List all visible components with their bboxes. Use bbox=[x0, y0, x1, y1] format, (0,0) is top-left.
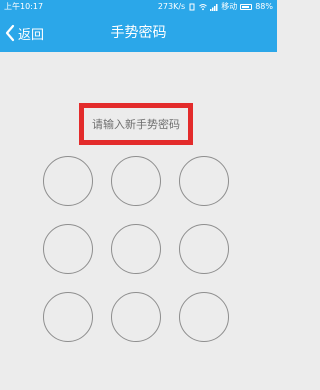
nav-bar: 返回 手势密码 bbox=[0, 14, 277, 52]
gesture-dot-9[interactable] bbox=[179, 292, 229, 342]
battery-level: 88% bbox=[255, 2, 273, 11]
gesture-dot-6[interactable] bbox=[179, 224, 229, 274]
gesture-dot-5[interactable] bbox=[111, 224, 161, 274]
status-right-group: 273K/s 移动 88% bbox=[158, 0, 273, 14]
status-time: 上午10:17 bbox=[4, 2, 44, 11]
carrier-label: 移动 bbox=[221, 2, 238, 11]
gesture-dot-3[interactable] bbox=[179, 156, 229, 206]
net-speed: 273K/s bbox=[157, 2, 186, 11]
page-title: 手势密码 bbox=[110, 25, 167, 41]
status-bar: 上午10:17 273K/s 移动 88% bbox=[0, 0, 277, 14]
gesture-dot-4[interactable] bbox=[43, 224, 93, 274]
wifi-icon bbox=[199, 4, 208, 11]
gesture-dot-7[interactable] bbox=[43, 292, 93, 342]
vibrate-icon bbox=[189, 3, 195, 11]
battery-icon bbox=[240, 4, 253, 10]
prompt-text: 请输入新手势密码 bbox=[92, 118, 180, 131]
gesture-dot-8[interactable] bbox=[111, 292, 161, 342]
signal-icon bbox=[210, 4, 218, 11]
prompt-highlight-box: 请输入新手势密码 bbox=[79, 103, 193, 145]
gesture-dot-2[interactable] bbox=[111, 156, 161, 206]
gesture-dot-1[interactable] bbox=[43, 156, 93, 206]
gesture-password-screen: 上午10:17 273K/s 移动 88% 返回 手势密码 请输入新手势密码 bbox=[0, 0, 277, 390]
